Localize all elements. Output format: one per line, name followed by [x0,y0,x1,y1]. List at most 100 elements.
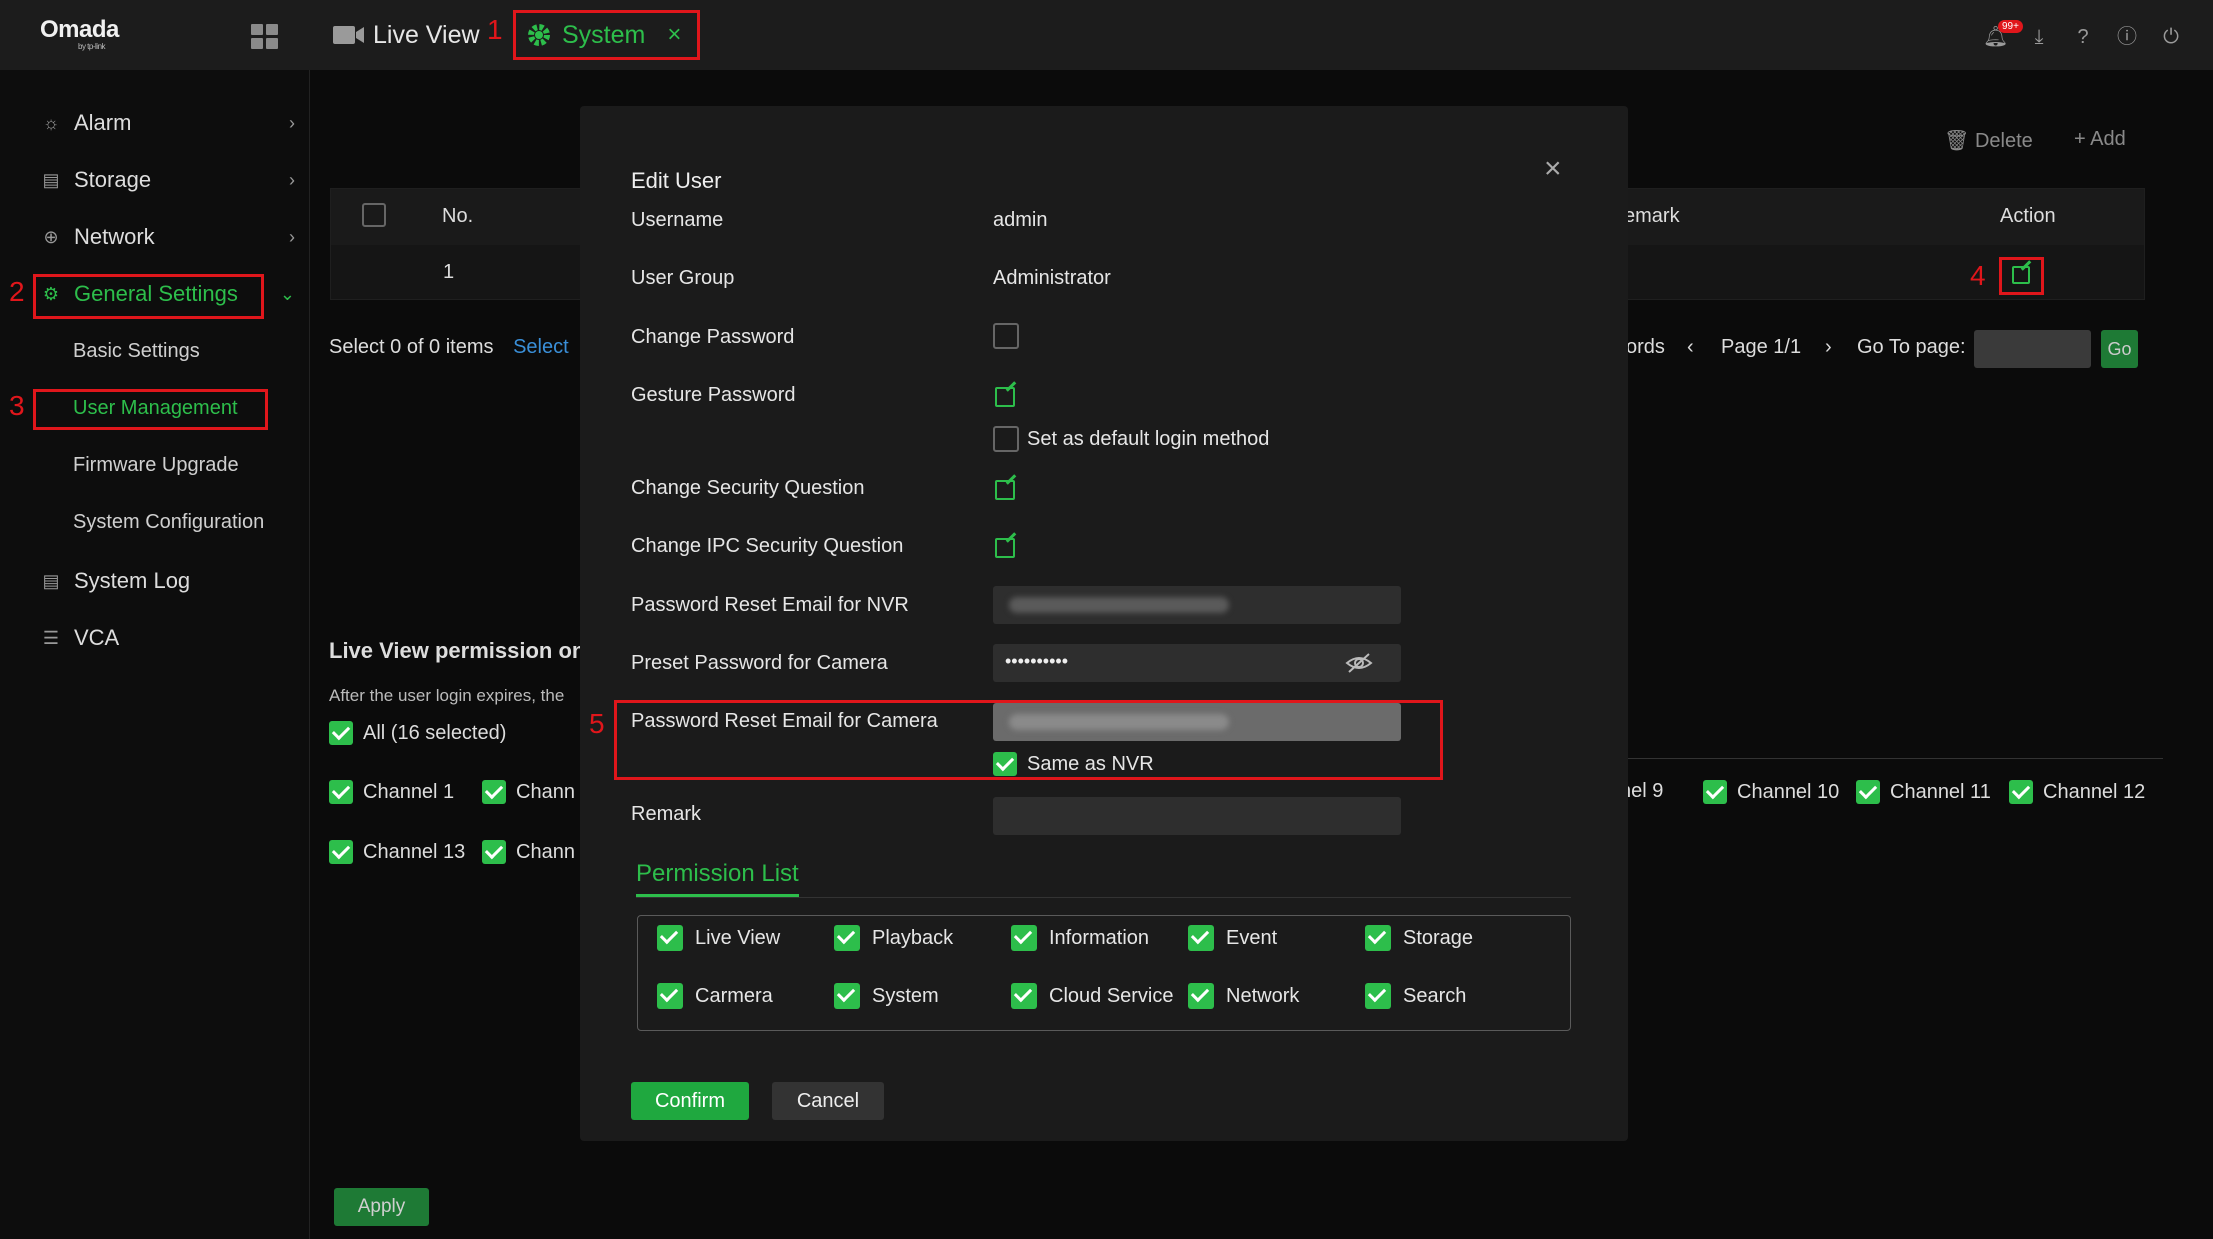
tab-live-view[interactable]: Live View [333,10,480,60]
change-security-question-label: Change Security Question [631,477,865,499]
apps-grid-icon[interactable] [251,24,279,50]
remark-field[interactable] [993,797,1401,835]
bell-icon[interactable]: 🔔︎ [1983,25,2008,49]
records-text: ords [1626,336,1665,358]
close-icon[interactable]: × [1544,152,1562,186]
col-no: No. [442,205,474,227]
sliders-icon: ☰ [42,627,60,648]
camera-icon [333,26,364,44]
row-no: 1 [443,261,455,283]
omada-logo: Omada by tp-link [40,16,119,51]
sidebar-item-network[interactable]: ⊕ Network › [40,224,295,250]
reset-email-camera-label: Password Reset Email for Camera [631,710,938,732]
edit-icon[interactable] [995,538,1015,558]
top-bar: Omada by tp-link Live View 1 System × 99+… [0,0,2213,70]
globe-icon: ⊕ [43,226,59,247]
download-icon[interactable]: ⤓ [2027,25,2051,49]
plus-icon: + [2074,128,2091,150]
expire-note: After the user login expires, the [329,686,565,705]
gear-icon [528,24,550,46]
change-password-checkbox[interactable] [993,323,1019,349]
permission-checkbox[interactable]: Network [1188,983,1299,1009]
preset-password-label: Preset Password for Camera [631,652,888,674]
default-login-checkbox[interactable]: Set as default login method [993,426,1269,452]
alarm-icon: ☼ [42,112,60,133]
annotation-3: 3 [9,390,25,421]
reset-email-camera-field[interactable] [993,703,1401,741]
annotation-1: 1 [487,14,503,45]
sidebar: ☼ Alarm › ▤ Storage › ⊕ Network › ⚙ General Set… [0,70,310,1239]
channel-checkbox[interactable]: Channel 13 [329,840,465,864]
permission-checkbox[interactable]: Live View [657,925,780,951]
permission-checkbox[interactable]: Search [1365,983,1466,1009]
gesture-password-label: Gesture Password [631,384,796,406]
sidebar-item-system-configuration[interactable]: System Configuration [73,511,264,534]
channel-checkbox[interactable]: Channel 10 [1703,780,1839,804]
add-button[interactable]: + Add [2074,128,2126,151]
sidebar-item-alarm[interactable]: ☼ Alarm › [40,110,295,136]
eye-off-icon[interactable] [1345,652,1373,674]
sidebar-item-basic-settings[interactable]: Basic Settings [73,340,200,363]
trash-icon: 🗑︎ [1944,130,1975,152]
username-label: Username [631,209,724,231]
select-all-checkbox[interactable] [362,203,386,227]
channel-checkbox[interactable]: Chann [482,840,575,864]
select-link[interactable]: Select [513,336,569,358]
permission-checkbox[interactable]: Event [1188,925,1277,951]
page-indicator: Page 1/1 [1721,336,1802,358]
confirm-button[interactable]: Confirm [631,1082,749,1120]
channel-checkbox[interactable]: Channel 12 [2009,780,2145,804]
permission-checkbox[interactable]: Storage [1365,925,1473,951]
cancel-button[interactable]: Cancel [772,1082,884,1120]
annotation-4: 4 [1970,260,1986,291]
power-icon[interactable]: ⏻ [2159,25,2183,49]
preset-password-field[interactable]: •••••••••• [993,644,1401,682]
permission-checkbox[interactable]: Information [1011,925,1149,951]
change-password-label: Change Password [631,326,795,348]
change-ipc-security-question-label: Change IPC Security Question [631,535,904,557]
user-group-value: Administrator [993,267,1111,289]
help-icon[interactable]: ? [2071,25,2095,49]
go-button[interactable]: Go [2101,330,2138,368]
reset-email-nvr-label: Password Reset Email for NVR [631,594,909,616]
sidebar-item-vca[interactable]: ☰ VCA [40,625,295,651]
chevron-right-icon: › [289,169,295,190]
user-group-label: User Group [631,267,735,289]
permission-checkbox[interactable]: Carmera [657,983,773,1009]
select-info: Select 0 of 0 items Select [329,336,569,358]
dialog-title: Edit User [631,168,722,193]
username-value: admin [993,209,1048,231]
go-to-page-input[interactable] [1974,330,2091,368]
remark-label: Remark [631,803,702,825]
channel-checkbox[interactable]: Channel 1 [329,780,454,804]
edit-icon[interactable] [995,387,1015,407]
highlight-user-management [33,389,268,430]
edit-icon[interactable] [995,480,1015,500]
apply-button[interactable]: Apply [334,1188,429,1226]
annotation-5: 5 [589,708,605,739]
sidebar-item-system-log[interactable]: ▤ System Log [40,568,295,594]
edit-icon[interactable] [2012,266,2030,284]
permission-checkbox[interactable]: System [834,983,939,1009]
info-icon[interactable]: ⓘ [2115,25,2139,49]
sidebar-item-storage[interactable]: ▤ Storage › [40,167,295,193]
sidebar-item-firmware-upgrade[interactable]: Firmware Upgrade [73,454,239,477]
next-page-icon[interactable]: › [1825,336,1832,359]
col-remark: emark [1624,205,1680,227]
live-view-permission-heading: Live View permission on L [329,638,605,663]
channel-checkbox[interactable]: Chann [482,780,575,804]
all-channels-checkbox[interactable]: All (16 selected) [329,721,506,745]
same-as-nvr-checkbox[interactable]: Same as NVR [993,752,1154,776]
delete-button[interactable]: 🗑︎ Delete [1944,128,2033,153]
permission-list-tab[interactable]: Permission List [636,860,799,897]
tab-system[interactable]: System × [513,10,700,60]
permission-checkbox[interactable]: Playback [834,925,953,951]
permission-checkbox[interactable]: Cloud Service [1011,983,1174,1009]
go-to-label: Go To page: [1857,336,1966,358]
chevron-right-icon: › [289,112,295,133]
channel-checkbox[interactable]: Channel 11 [1856,780,1991,804]
annotation-2: 2 [9,276,25,307]
prev-page-icon[interactable]: ‹ [1687,336,1694,359]
reset-email-nvr-field[interactable] [993,586,1401,624]
tab-close-icon[interactable]: × [667,21,681,49]
